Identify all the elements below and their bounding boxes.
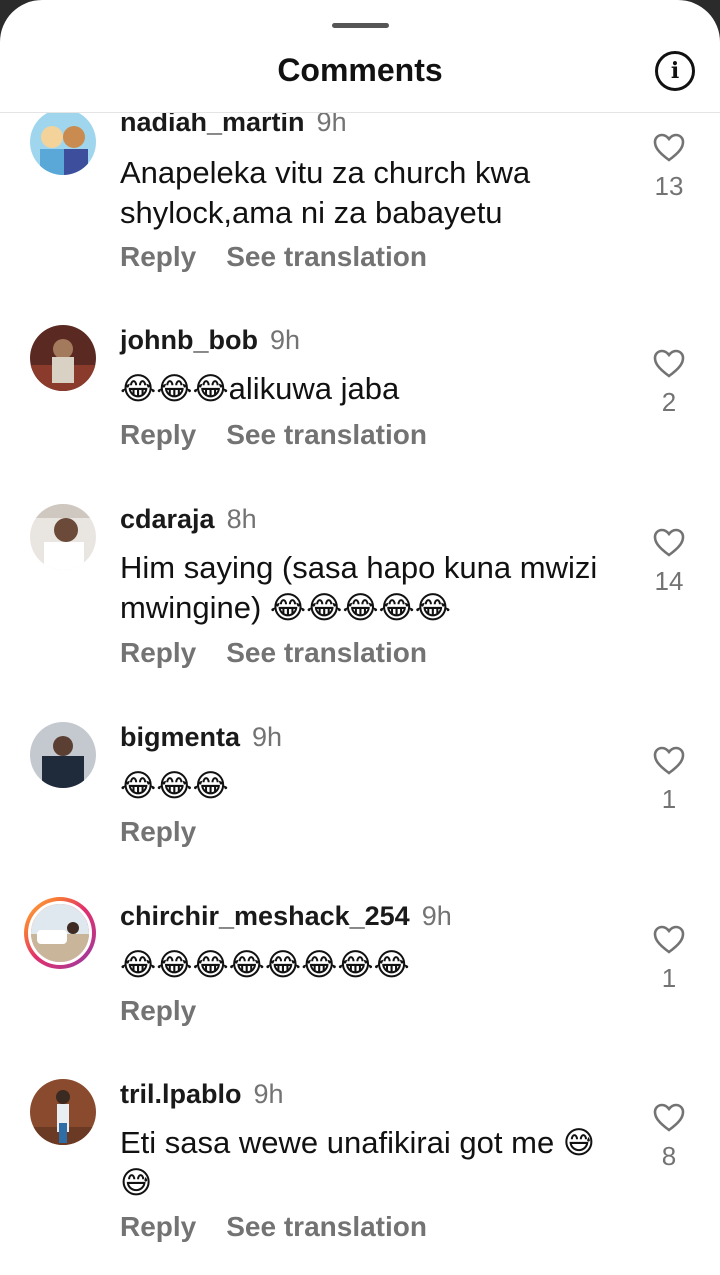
avatar[interactable] (30, 1079, 96, 1145)
comments-sheet: Comments i nadiah_martin 9h Anapeleka vit… (0, 0, 720, 1275)
like-count: 8 (661, 1141, 677, 1171)
like-button[interactable]: 2 (640, 349, 698, 418)
comment-username[interactable]: chirchir_meshack_254 (120, 901, 410, 931)
like-button[interactable]: 8 (640, 1103, 698, 1172)
avatar[interactable] (30, 504, 96, 570)
comment-username[interactable]: cdaraja (120, 504, 215, 534)
comment-time: 8h (226, 504, 257, 534)
info-icon[interactable]: i (655, 51, 695, 91)
like-count: 1 (661, 963, 677, 993)
see-translation-button[interactable]: See translation (226, 1211, 427, 1242)
reply-button[interactable]: Reply (120, 816, 196, 847)
see-translation-button[interactable]: See translation (226, 419, 427, 450)
page-title: Comments (277, 52, 443, 88)
avatar[interactable] (30, 722, 96, 788)
like-button[interactable]: 14 (640, 528, 698, 597)
comment-time: 9h (269, 325, 301, 355)
heart-icon (653, 133, 685, 162)
reply-button[interactable]: Reply (120, 637, 196, 668)
comment-username[interactable]: bigmenta (120, 722, 240, 752)
heart-icon (653, 349, 685, 378)
comment-username[interactable]: tril.lpablo (120, 1079, 242, 1109)
like-button[interactable]: 13 (640, 133, 698, 202)
comment-text: Anapeleka vitu za church kwa shylock,ama… (120, 155, 531, 230)
comment-text: 😂😂😂 (120, 768, 229, 803)
comment-text: Eti sasa wewe unafikirai got me 😅😅 (120, 1125, 596, 1200)
comment-time: 9h (252, 722, 283, 752)
reply-button[interactable]: Reply (120, 1211, 196, 1242)
see-translation-button[interactable]: See translation (226, 637, 427, 668)
heart-icon (653, 528, 685, 557)
like-count: 2 (661, 387, 677, 417)
avatar[interactable] (30, 325, 96, 391)
heart-icon (653, 1103, 685, 1132)
comment-time: 9h (316, 113, 347, 137)
reply-button[interactable]: Reply (120, 241, 196, 272)
see-translation-button[interactable]: See translation (226, 241, 427, 272)
reply-button[interactable]: Reply (120, 419, 196, 450)
comment-text: Him saying (sasa hapo kuna mwizi mwingin… (120, 550, 598, 625)
heart-icon (653, 746, 685, 775)
comment-time: 9h (421, 901, 452, 931)
reply-button[interactable]: Reply (120, 995, 196, 1026)
like-button[interactable]: 1 (640, 925, 698, 994)
comment-text: 😂😂😂alikuwa jaba (120, 371, 400, 406)
comment-username[interactable]: nadiah_martin (120, 113, 305, 137)
like-button[interactable]: 1 (640, 746, 698, 815)
comment-time: 9h (253, 1079, 284, 1109)
info-glyph: i (670, 58, 680, 84)
comment-username[interactable]: johnb_bob (120, 325, 258, 355)
like-count: 13 (654, 171, 684, 201)
like-count: 14 (654, 566, 684, 596)
drag-handle[interactable] (332, 23, 389, 28)
like-count: 1 (661, 784, 677, 814)
avatar (28, 901, 92, 965)
comments-list[interactable]: nadiah_martin 9h Anapeleka vitu za church… (0, 113, 720, 1275)
avatar-story-ring[interactable] (24, 897, 96, 969)
avatar[interactable] (30, 113, 96, 175)
comment-text: 😂😂😂😂😂😂😂😂 (120, 947, 410, 982)
heart-icon (653, 925, 685, 954)
